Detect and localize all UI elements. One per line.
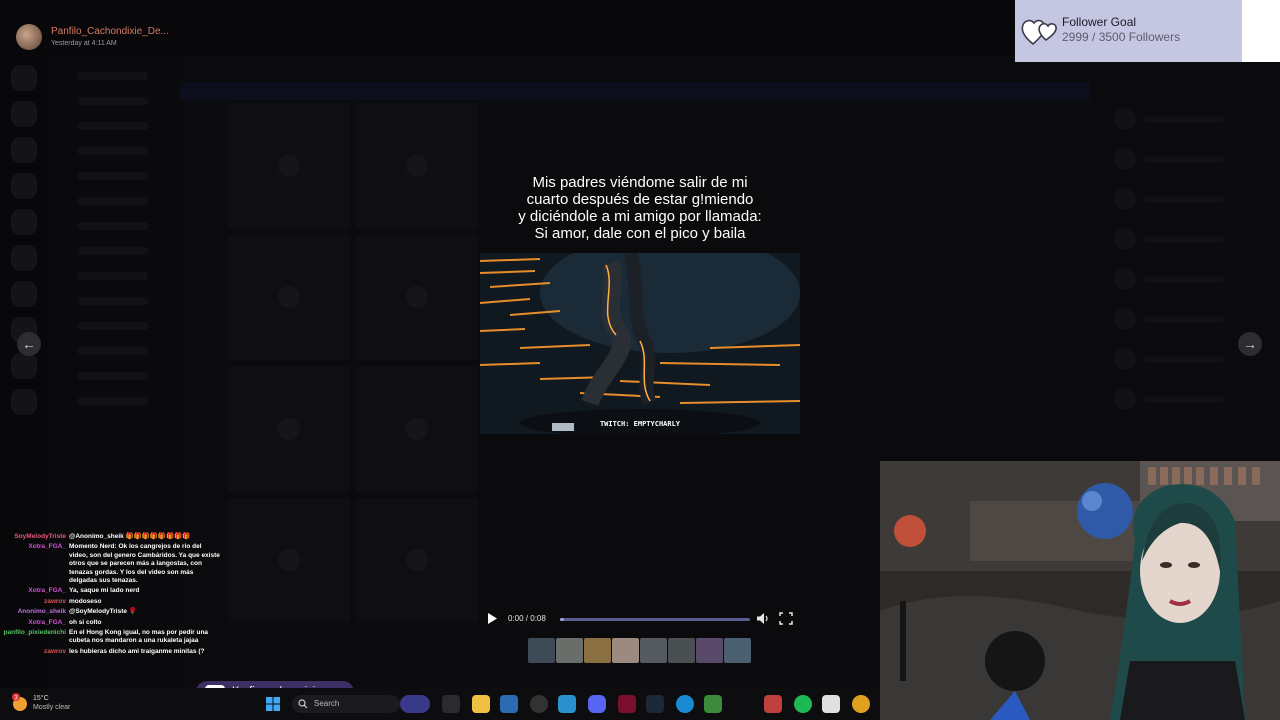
webcam-image xyxy=(880,461,1280,720)
preview-thumbnail[interactable] xyxy=(612,638,639,663)
seek-bar[interactable] xyxy=(560,618,750,621)
edge-icon[interactable] xyxy=(676,695,694,713)
post-timestamp: Yesterday at 4:11 AM xyxy=(51,40,117,47)
caption-line: Mis padres viéndome salir de mi xyxy=(532,174,748,191)
preview-thumbnail[interactable] xyxy=(556,638,583,663)
app-icon[interactable] xyxy=(558,695,576,713)
video-frame[interactable]: TWITCH: EMPTYCHARLY xyxy=(480,253,800,434)
media-viewer-header: Panfilo_Cachondixie_De... Yesterday at 4… xyxy=(0,0,1015,55)
video-preview-strip[interactable] xyxy=(528,638,751,663)
fullscreen-icon[interactable] xyxy=(779,612,793,625)
chat-username: zawrov xyxy=(43,647,66,655)
app-icon[interactable] xyxy=(530,695,548,713)
hearts-icon xyxy=(1021,19,1057,46)
chat-username: panfilo_pixiedenichi xyxy=(3,629,66,637)
media-grid xyxy=(228,103,480,623)
webcam-feed xyxy=(880,461,1280,720)
file-explorer-icon[interactable] xyxy=(472,695,490,713)
chat-message: Xotra_FGA_ oh si colto xyxy=(0,619,220,627)
next-arrow-icon[interactable]: → xyxy=(1238,332,1262,356)
caption-line: y diciéndole a mi amigo por llamada: xyxy=(518,208,762,225)
chat-message: zawrov les hubieras dicho ami traiganme … xyxy=(0,648,220,656)
preview-thumbnail[interactable] xyxy=(668,638,695,663)
search-icon xyxy=(298,699,308,709)
chat-message: Anonimo_sheik @SoyMelodyTriste 🌹 xyxy=(0,608,220,616)
playback-time: 0:00 / 0:08 xyxy=(508,614,546,623)
chat-message: panfilo_pixiedenichi En el Hong Kong igu… xyxy=(0,629,220,646)
app-icon[interactable] xyxy=(764,695,782,713)
chat-username: Xotra_FGA_ xyxy=(28,618,66,626)
chat-username: zawrov xyxy=(43,597,66,605)
chat-text: oh si colto xyxy=(69,618,102,626)
taskbar-search[interactable]: Search xyxy=(292,695,400,713)
goal-title: Follower Goal xyxy=(1062,15,1137,29)
chat-text: En el Hong Kong igual, no mas por pedir … xyxy=(69,629,209,645)
spotify-icon[interactable] xyxy=(794,695,812,713)
chat-text: modoseso xyxy=(69,597,102,605)
stream-chat-overlay: SoyMelodyTriste @Anonimo_sheik 🎁🎁🎁🎁🎁🎁🎁🎁 … xyxy=(0,533,220,658)
follower-goal-widget: Follower Goal 2999 / 3500 Followers xyxy=(1015,0,1242,62)
chat-text: les hubieras dicho ami traiganme minitas… xyxy=(69,647,205,655)
chat-message: SoyMelodyTriste @Anonimo_sheik 🎁🎁🎁🎁🎁🎁🎁🎁 xyxy=(0,533,220,541)
preview-thumbnail[interactable] xyxy=(584,638,611,663)
screen: Panfilo_Cachondixie_De... Yesterday at 4… xyxy=(0,0,1280,720)
chat-text: Ya, saque mi lado nerd xyxy=(69,587,140,595)
task-view-icon[interactable] xyxy=(442,695,460,713)
copilot-icon[interactable] xyxy=(400,695,430,713)
chat-text: @Anonimo_sheik 🎁🎁🎁🎁🎁🎁🎁🎁 xyxy=(69,533,191,540)
weather-moon-icon[interactable]: 3 xyxy=(10,693,30,713)
app-icon[interactable] xyxy=(822,695,840,713)
weather-temperature: 15°C xyxy=(33,695,49,702)
goal-count: 2999 / 3500 Followers xyxy=(1062,30,1181,44)
video-watermark: TWITCH: EMPTYCHARLY xyxy=(599,420,681,428)
chat-username: Anonimo_sheik xyxy=(17,608,66,616)
chat-message: Xotra_FGA_ Momento Nerd: Ok los cangrejo… xyxy=(0,543,220,585)
preview-thumbnail[interactable] xyxy=(724,638,751,663)
avatar[interactable] xyxy=(16,24,42,50)
seek-bar-fill xyxy=(560,618,564,621)
meme-caption: Mis padres viéndome salir de mi cuarto d… xyxy=(480,174,800,242)
caption-line: cuarto después de estar g!miendo xyxy=(526,191,754,208)
app-icon[interactable] xyxy=(618,695,636,713)
chrome-icon[interactable] xyxy=(852,695,870,713)
minecraft-icon[interactable] xyxy=(704,695,722,713)
video-still-image xyxy=(480,253,800,434)
pinned-banner xyxy=(180,82,1090,100)
chat-text: Momento Nerd: Ok los cangrejos de rio de… xyxy=(69,543,220,585)
chat-username: SoyMelodyTriste xyxy=(14,533,66,540)
preview-thumbnail[interactable] xyxy=(696,638,723,663)
weather-description: Mostly clear xyxy=(33,704,71,711)
play-icon[interactable] xyxy=(486,612,498,625)
previous-arrow-icon[interactable]: ← xyxy=(17,332,41,356)
preview-thumbnail[interactable] xyxy=(640,638,667,663)
steam-icon[interactable] xyxy=(646,695,664,713)
video-controls: 0:00 / 0:08 xyxy=(480,607,800,631)
chat-message: Xotra_FGA_ Ya, saque mi lado nerd xyxy=(0,587,220,595)
volume-icon[interactable] xyxy=(756,612,770,625)
caption-line: Si amor, dale con el pico y baila xyxy=(534,225,746,242)
chat-message: zawrov modoseso xyxy=(0,598,220,606)
store-icon[interactable] xyxy=(500,695,518,713)
discord-icon[interactable] xyxy=(588,695,606,713)
chat-username: Xotra_FGA_ xyxy=(28,543,66,551)
goal-widget-edge xyxy=(1242,0,1280,62)
preview-thumbnail[interactable] xyxy=(528,638,555,663)
author-username[interactable]: Panfilo_Cachondixie_De... xyxy=(51,26,169,37)
chat-username: Xotra_FGA_ xyxy=(28,587,66,595)
windows-start-icon[interactable] xyxy=(264,695,282,713)
search-label: Search xyxy=(314,699,340,708)
windows-taskbar: 3 15°C Mostly clear Search xyxy=(0,688,880,720)
chat-text: @SoyMelodyTriste 🌹 xyxy=(69,608,137,616)
